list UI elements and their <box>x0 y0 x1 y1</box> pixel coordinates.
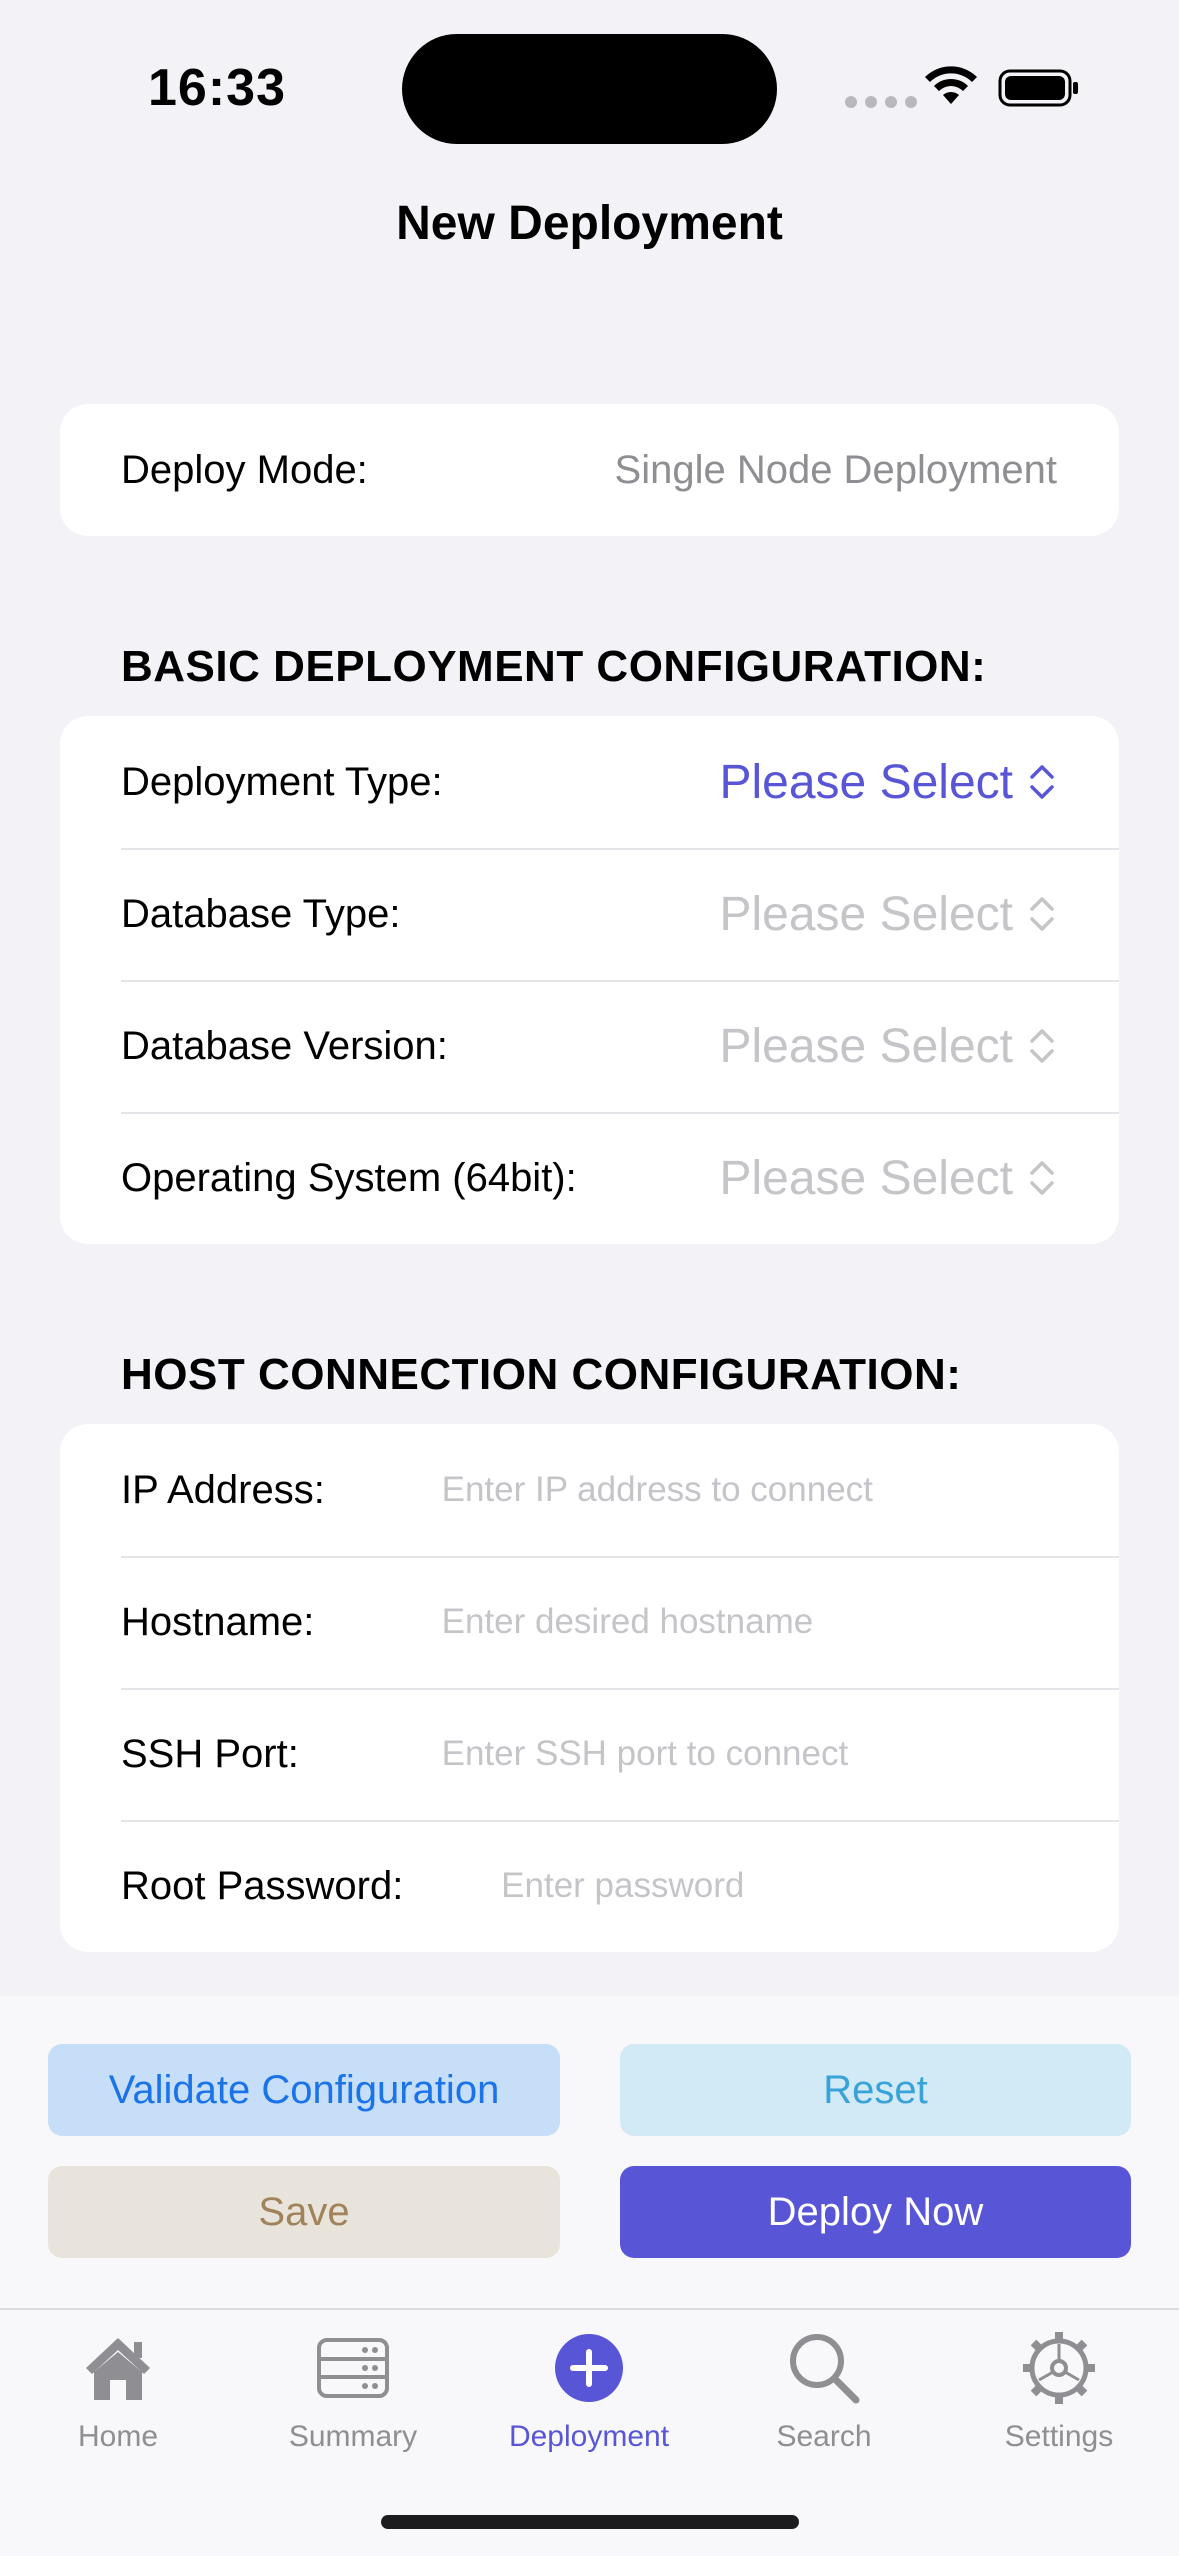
database-version-value: Please Select <box>719 1019 1013 1073</box>
operating-system-value: Please Select <box>719 1151 1013 1205</box>
database-type-label: Database Type: <box>121 891 401 936</box>
database-type-row: Database Type: Please Select <box>60 848 1119 980</box>
validate-configuration-button[interactable]: Validate Configuration <box>48 2044 560 2136</box>
database-type-picker[interactable]: Please Select <box>719 887 1057 942</box>
basic-config-card: Deployment Type: Please Select Database … <box>60 716 1119 1244</box>
wifi-icon <box>925 66 977 104</box>
root-password-row: Root Password: <box>60 1820 1119 1952</box>
magnifier-icon <box>790 2334 860 2404</box>
ssh-port-row: SSH Port: <box>60 1688 1119 1820</box>
tab-summary-label: Summary <box>288 2420 418 2453</box>
action-bar: Validate Configuration Reset Save Deploy… <box>0 1996 1179 2308</box>
server-rack-icon <box>317 2338 389 2398</box>
chevron-up-down-icon <box>1030 1029 1054 1063</box>
deployment-type-label: Deployment Type: <box>121 759 443 804</box>
cellular-signal-icon <box>845 96 917 108</box>
hostname-input[interactable] <box>441 1602 1057 1642</box>
dynamic-island <box>402 34 777 144</box>
ssh-port-input[interactable] <box>441 1734 1057 1774</box>
gear-icon <box>1023 2332 1095 2404</box>
ip-address-row: IP Address: <box>60 1424 1119 1556</box>
tab-settings-label: Settings <box>1004 2420 1114 2453</box>
hostname-label: Hostname: <box>121 1599 315 1644</box>
tab-search-label: Search <box>776 2420 872 2453</box>
deploy-now-button[interactable]: Deploy Now <box>620 2166 1131 2258</box>
chevron-up-down-icon <box>1030 1161 1054 1195</box>
tab-deployment-label: Deployment <box>508 2420 670 2453</box>
reset-button[interactable]: Reset <box>620 2044 1131 2136</box>
deployment-type-row: Deployment Type: Please Select <box>60 716 1119 848</box>
tab-search[interactable]: Search <box>724 2328 924 2454</box>
basic-config-header: BASIC DEPLOYMENT CONFIGURATION: <box>121 642 987 691</box>
home-indicator[interactable] <box>381 2515 799 2529</box>
house-icon <box>86 2338 150 2400</box>
tab-home[interactable]: Home <box>18 2328 218 2454</box>
host-config-card: IP Address: Hostname: SSH Port: Root Pas… <box>60 1424 1119 1952</box>
chevron-up-down-icon <box>1030 765 1054 799</box>
host-config-header: HOST CONNECTION CONFIGURATION: <box>121 1350 962 1399</box>
tab-settings[interactable]: Settings <box>959 2328 1159 2454</box>
plus-circle-icon <box>555 2334 623 2402</box>
operating-system-row: Operating System (64bit): Please Select <box>60 1112 1119 1244</box>
deploy-mode-value: Single Node Deployment <box>614 447 1057 492</box>
database-type-value: Please Select <box>719 887 1013 941</box>
operating-system-picker[interactable]: Please Select <box>719 1151 1057 1206</box>
status-bar: 16:33 <box>0 0 1179 180</box>
hostname-row: Hostname: <box>60 1556 1119 1688</box>
status-time: 16:33 <box>148 59 286 117</box>
root-password-label: Root Password: <box>121 1863 404 1908</box>
chevron-up-down-icon <box>1030 897 1054 931</box>
tab-deployment[interactable]: Deployment <box>489 2328 689 2454</box>
database-version-label: Database Version: <box>121 1023 448 1068</box>
save-button[interactable]: Save <box>48 2166 560 2258</box>
deployment-type-value: Please Select <box>719 755 1013 809</box>
tab-summary[interactable]: Summary <box>253 2328 453 2454</box>
root-password-input[interactable] <box>501 1866 1057 1906</box>
database-version-picker[interactable]: Please Select <box>719 1019 1057 1074</box>
page-title: New Deployment <box>396 197 783 250</box>
deployment-type-picker[interactable]: Please Select <box>719 755 1057 810</box>
battery-icon <box>998 69 1078 107</box>
ip-address-label: IP Address: <box>121 1467 325 1512</box>
deploy-mode-label: Deploy Mode: <box>121 447 368 492</box>
deploy-mode-row[interactable]: Deploy Mode: Single Node Deployment <box>60 404 1119 536</box>
tab-home-label: Home <box>77 2420 159 2453</box>
database-version-row: Database Version: Please Select <box>60 980 1119 1112</box>
ssh-port-label: SSH Port: <box>121 1731 299 1776</box>
ip-address-input[interactable] <box>441 1470 1057 1510</box>
operating-system-label: Operating System (64bit): <box>121 1155 577 1200</box>
deploy-mode-card: Deploy Mode: Single Node Deployment <box>60 404 1119 536</box>
